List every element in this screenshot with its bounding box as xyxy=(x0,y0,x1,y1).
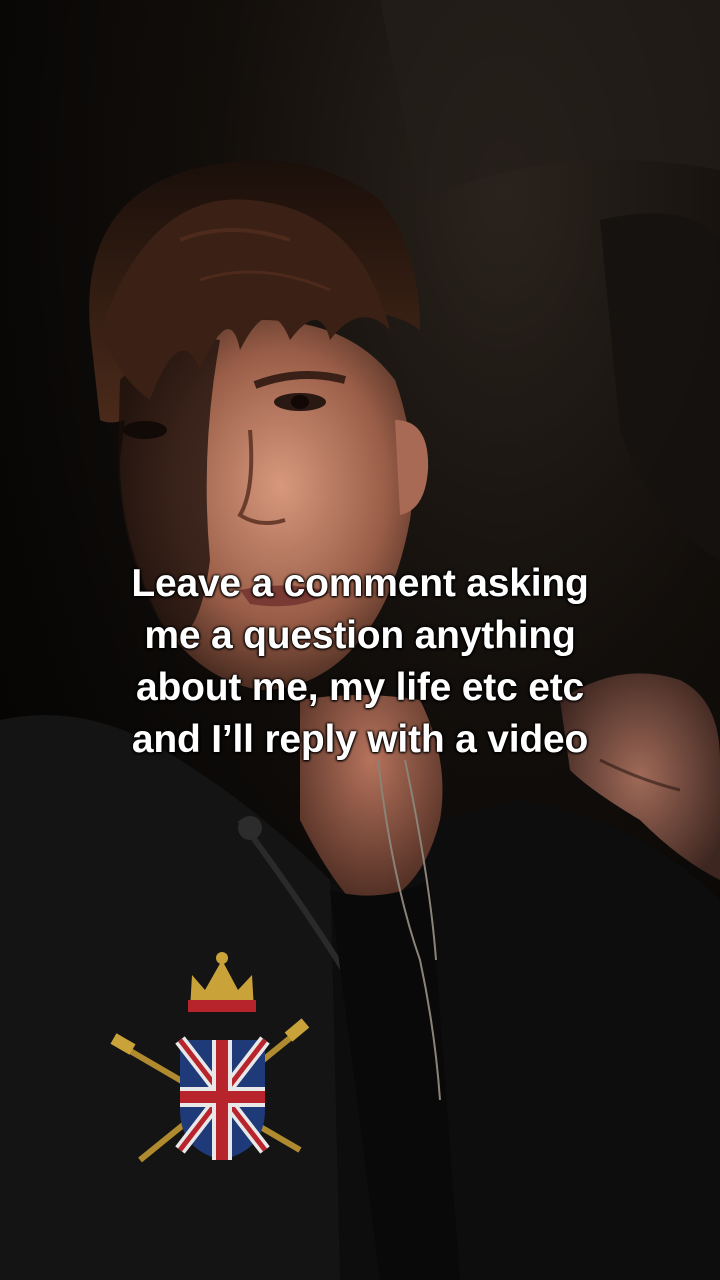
video-caption: Leave a comment asking me a question any… xyxy=(60,558,660,766)
video-frame: Leave a comment asking me a question any… xyxy=(0,0,720,1280)
caption-line-1: Leave a comment asking xyxy=(131,562,589,605)
caption-line-4: and I’ll reply with a video xyxy=(131,718,589,761)
caption-line-2: me a question anything xyxy=(144,614,576,657)
caption-line-3: about me, my life etc etc xyxy=(136,666,584,709)
